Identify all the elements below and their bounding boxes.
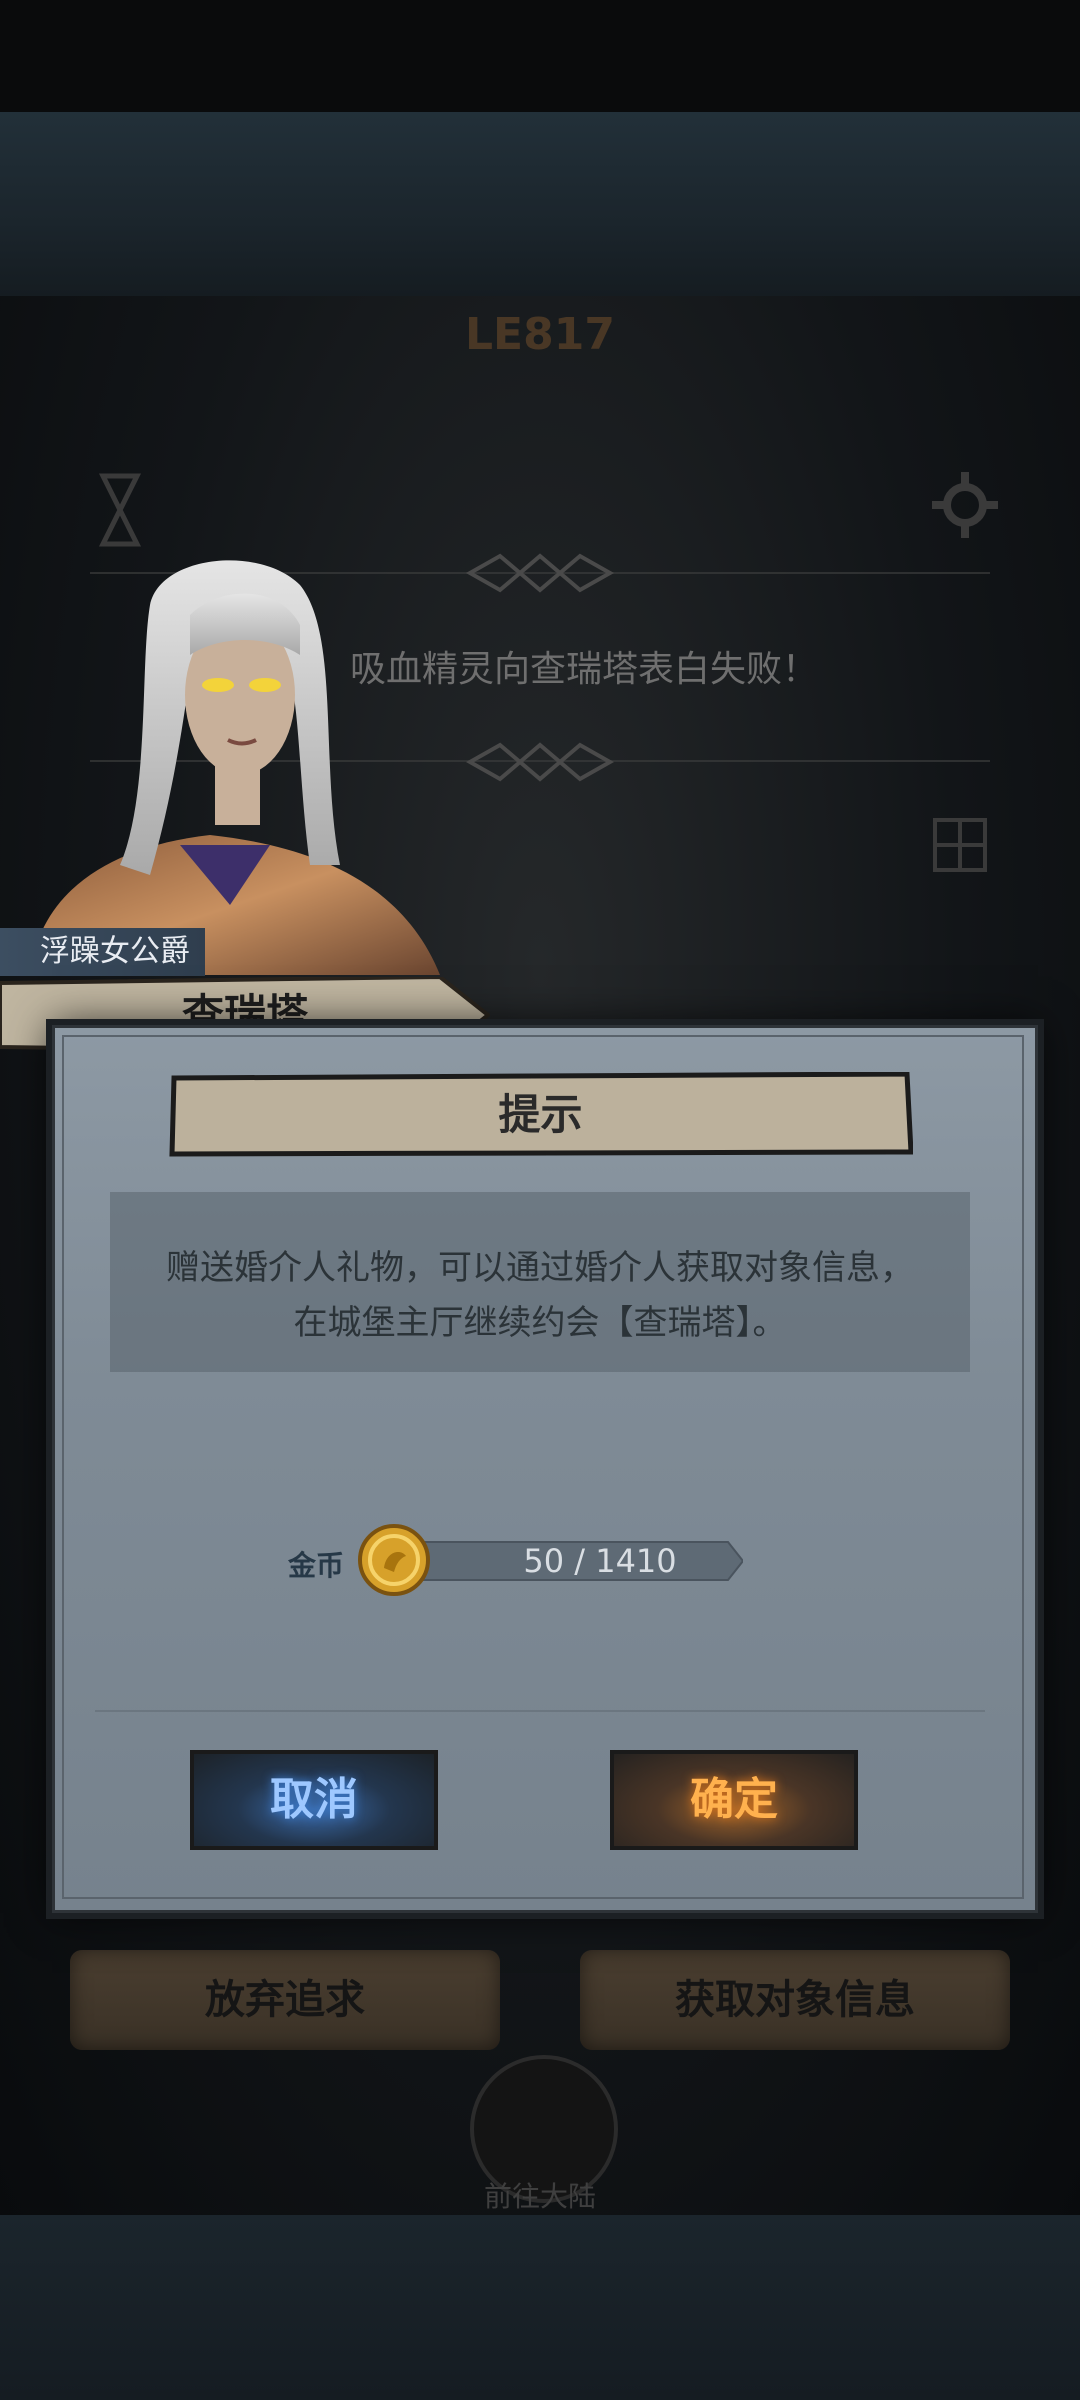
gold-coin-icon: [358, 1524, 430, 1596]
top-header-bar: [0, 112, 1080, 296]
character-title-tag: 浮躁女公爵: [0, 928, 205, 976]
confirm-button[interactable]: 确定: [610, 1750, 858, 1850]
nav-label: 前往大陆: [483, 2180, 596, 2213]
bottom-bar: [0, 2215, 1080, 2400]
gear-icon: [932, 472, 998, 538]
cancel-button[interactable]: 取消: [190, 1750, 438, 1850]
ornament-icon: [465, 553, 615, 593]
ornament-icon: [465, 742, 615, 782]
grid-icon: [933, 818, 987, 872]
status-bar-area: [0, 0, 1080, 112]
level-badge: LE817: [465, 309, 615, 360]
dialog-title: 提示: [498, 1090, 583, 1139]
give-up-button[interactable]: 放弃追求: [70, 1950, 500, 2050]
dialog-separator: [95, 1710, 985, 1712]
get-info-button[interactable]: 获取对象信息: [580, 1950, 1010, 2050]
character-portrait: [30, 560, 440, 975]
currency-label: 金币: [288, 1549, 345, 1582]
currency-value: 50 / 1410: [523, 1542, 677, 1580]
dialog-message-line-2: 在城堡主厅继续约会【查瑞塔】。: [293, 1303, 787, 1343]
dialog-message-line-1: 赠送婚介人礼物，可以通过婚介人获取对象信息，: [166, 1248, 914, 1288]
hourglass-icon: [98, 473, 142, 547]
